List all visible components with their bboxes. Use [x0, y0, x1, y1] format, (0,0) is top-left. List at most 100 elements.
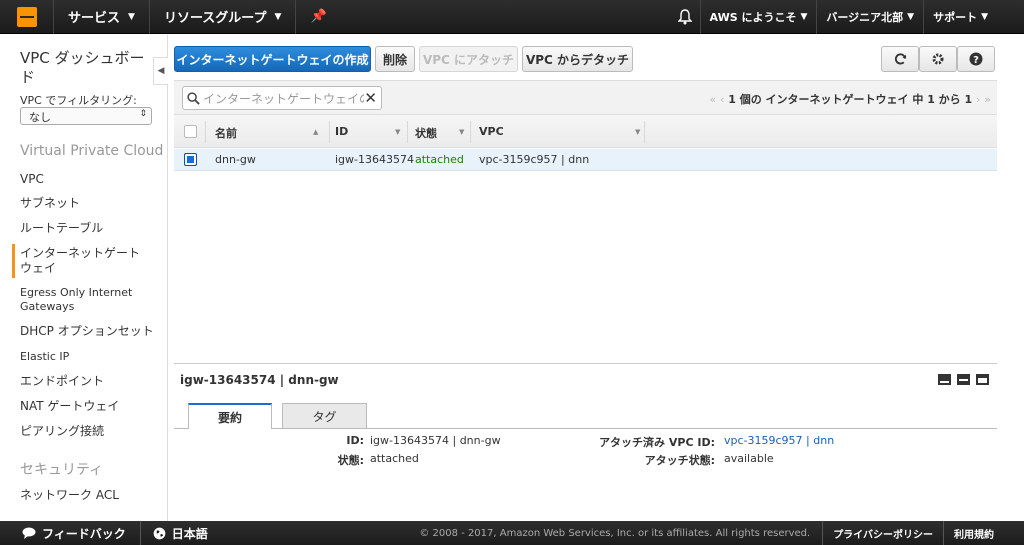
- sidebar-item-network-acl[interactable]: ネットワーク ACL: [20, 488, 155, 503]
- chevron-down-icon: ▼: [459, 128, 465, 136]
- bell-icon[interactable]: [670, 0, 700, 34]
- search-input[interactable]: インターネットゲートウェイの検索 ✕: [182, 86, 382, 110]
- region-menu[interactable]: バージニア北部 ▼: [816, 0, 923, 34]
- column-id-label: ID: [335, 125, 349, 138]
- chevron-down-icon: ▼: [128, 11, 135, 22]
- language-selector[interactable]: 日本語: [141, 521, 220, 545]
- support-label: サポート: [933, 10, 978, 24]
- language-label: 日本語: [171, 526, 208, 541]
- help-icon[interactable]: ?: [957, 46, 995, 72]
- layout-bottom-icon[interactable]: [938, 374, 951, 385]
- footer: フィードバック 日本語 © 2008 - 2017, Amazon Web Se…: [0, 521, 1024, 545]
- account-menu[interactable]: AWS にようこそ ▼: [699, 0, 817, 34]
- column-divider: [407, 121, 408, 143]
- top-navigation-bar: サービス ▼ リソースグループ ▼ 📌 AWS にようこそ ▼ バージニア北部 ▼ サポ…: [0, 0, 1024, 34]
- layout-top-icon[interactable]: [976, 374, 989, 385]
- cell-state: attached: [415, 153, 464, 166]
- sidebar-section-vpc: Virtual Private Cloud: [20, 143, 164, 159]
- chevron-down-icon: ▼: [800, 11, 808, 22]
- state-value: attached: [370, 452, 419, 465]
- aws-logo-icon[interactable]: [0, 0, 54, 34]
- cell-name: dnn-gw: [215, 153, 256, 166]
- vpc-filter-value: なし: [29, 111, 51, 124]
- id-value: igw-13643574 | dnn-gw: [370, 434, 501, 447]
- select-arrows-icon: ⇕: [139, 109, 147, 119]
- attach-state-label: アタッチ状態:: [644, 454, 715, 467]
- column-header-name[interactable]: 名前 ▲: [215, 125, 318, 141]
- copyright-text: © 2008 - 2017, Amazon Web Services, Inc.…: [419, 527, 811, 539]
- vpc-filter-select[interactable]: なし ⇕: [20, 107, 152, 125]
- chevron-down-icon: ▼: [907, 11, 915, 22]
- last-page-icon[interactable]: »: [984, 93, 991, 106]
- column-vpc-label: VPC: [479, 125, 504, 138]
- privacy-policy-link[interactable]: プライバシーポリシー: [822, 521, 943, 545]
- sidebar-item-internet-gateways[interactable]: インターネットゲートウェイ: [12, 244, 148, 278]
- table-header: 名前 ▲ ID ▼ 状態 ▼ VPC ▼: [174, 114, 997, 148]
- sidebar-item-subnets[interactable]: サブネット: [20, 196, 155, 211]
- collapse-sidebar-icon[interactable]: ◀: [153, 57, 168, 85]
- search-placeholder: インターネットゲートウェイの検索: [203, 91, 364, 106]
- sidebar-item-peering[interactable]: ピアリング接続: [20, 424, 155, 439]
- first-page-icon[interactable]: «: [709, 93, 716, 106]
- pin-icon[interactable]: 📌: [296, 0, 340, 34]
- grid-filter-bar: インターネットゲートウェイの検索 ✕ « ‹ 1 個の インターネットゲートウェ…: [174, 80, 997, 114]
- layout-split-icon[interactable]: [957, 374, 970, 385]
- cell-vpc: vpc-3159c957 | dnn: [479, 153, 590, 166]
- tab-underline: [174, 428, 997, 429]
- refresh-icon[interactable]: [881, 46, 919, 72]
- create-internet-gateway-button[interactable]: インターネットゲートウェイの作成: [174, 46, 371, 72]
- sort-asc-icon: ▲: [313, 128, 319, 136]
- chevron-down-icon: ▼: [395, 128, 401, 136]
- chevron-down-icon: ▼: [981, 11, 988, 22]
- vpc-filter-label: VPC でフィルタリング:: [20, 94, 137, 107]
- attach-state-value: available: [724, 452, 774, 465]
- delete-button[interactable]: 削除: [375, 46, 415, 72]
- sidebar-item-elastic-ip[interactable]: Elastic IP: [20, 349, 155, 364]
- id-label: ID:: [346, 434, 364, 447]
- sidebar-item-dhcp[interactable]: DHCP オプションセット: [20, 324, 155, 339]
- attach-to-vpc-button[interactable]: VPC にアタッチ: [419, 46, 518, 72]
- sidebar-item-nat-gateways[interactable]: NAT ゲートウェイ: [20, 399, 155, 414]
- detach-from-vpc-button[interactable]: VPC からデタッチ: [522, 46, 633, 72]
- state-label: 状態:: [337, 454, 364, 467]
- search-icon: [187, 91, 200, 105]
- select-all-checkbox[interactable]: [184, 125, 197, 138]
- sidebar-item-route-tables[interactable]: ルートテーブル: [20, 221, 155, 236]
- tab-tags[interactable]: タグ: [282, 403, 367, 428]
- detail-title: igw-13643574 | dnn-gw: [180, 373, 339, 387]
- sidebar-item-vpc[interactable]: VPC: [20, 172, 155, 187]
- support-menu[interactable]: サポート ▼: [923, 0, 1024, 34]
- column-header-vpc[interactable]: VPC ▼: [479, 125, 640, 138]
- tab-summary[interactable]: 要約: [188, 403, 272, 429]
- feedback-button[interactable]: フィードバック: [0, 521, 141, 545]
- sidebar-item-endpoints[interactable]: エンドポイント: [20, 374, 155, 389]
- gear-icon[interactable]: [919, 46, 957, 72]
- sidebar-section-security: セキュリティ: [20, 462, 104, 478]
- table-row[interactable]: dnn-gw igw-13643574 attached vpc-3159c95…: [174, 149, 997, 171]
- globe-icon: [153, 527, 166, 539]
- prev-page-icon[interactable]: ‹: [720, 93, 724, 106]
- column-divider: [644, 121, 645, 143]
- sidebar-item-egress-gateways[interactable]: Egress Only Internet Gateways: [20, 286, 155, 314]
- speech-bubble-icon: [22, 527, 36, 539]
- welcome-label: AWS にようこそ: [709, 10, 797, 24]
- resource-groups-menu[interactable]: リソースグループ ▼: [150, 0, 297, 34]
- column-name-label: 名前: [215, 127, 237, 140]
- row-checkbox[interactable]: [184, 153, 197, 166]
- column-header-state[interactable]: 状態 ▼: [415, 125, 464, 141]
- next-page-icon[interactable]: ›: [976, 93, 980, 106]
- chevron-down-icon: ▼: [635, 128, 641, 136]
- feedback-label: フィードバック: [42, 526, 126, 541]
- attached-vpc-id-link[interactable]: vpc-3159c957 | dnn: [724, 434, 834, 447]
- terms-link[interactable]: 利用規約: [943, 521, 1024, 545]
- region-label: バージニア北部: [826, 10, 904, 24]
- layout-toggle: [938, 374, 989, 385]
- column-divider: [205, 121, 206, 143]
- pane-divider[interactable]: [174, 363, 997, 364]
- column-header-id[interactable]: ID ▼: [335, 125, 400, 138]
- svg-text:?: ?: [973, 55, 979, 66]
- cell-id: igw-13643574: [335, 153, 414, 166]
- services-menu[interactable]: サービス ▼: [54, 0, 150, 34]
- sidebar-dashboard-link[interactable]: VPC ダッシュボード: [20, 49, 150, 87]
- clear-search-icon[interactable]: ✕: [364, 89, 377, 107]
